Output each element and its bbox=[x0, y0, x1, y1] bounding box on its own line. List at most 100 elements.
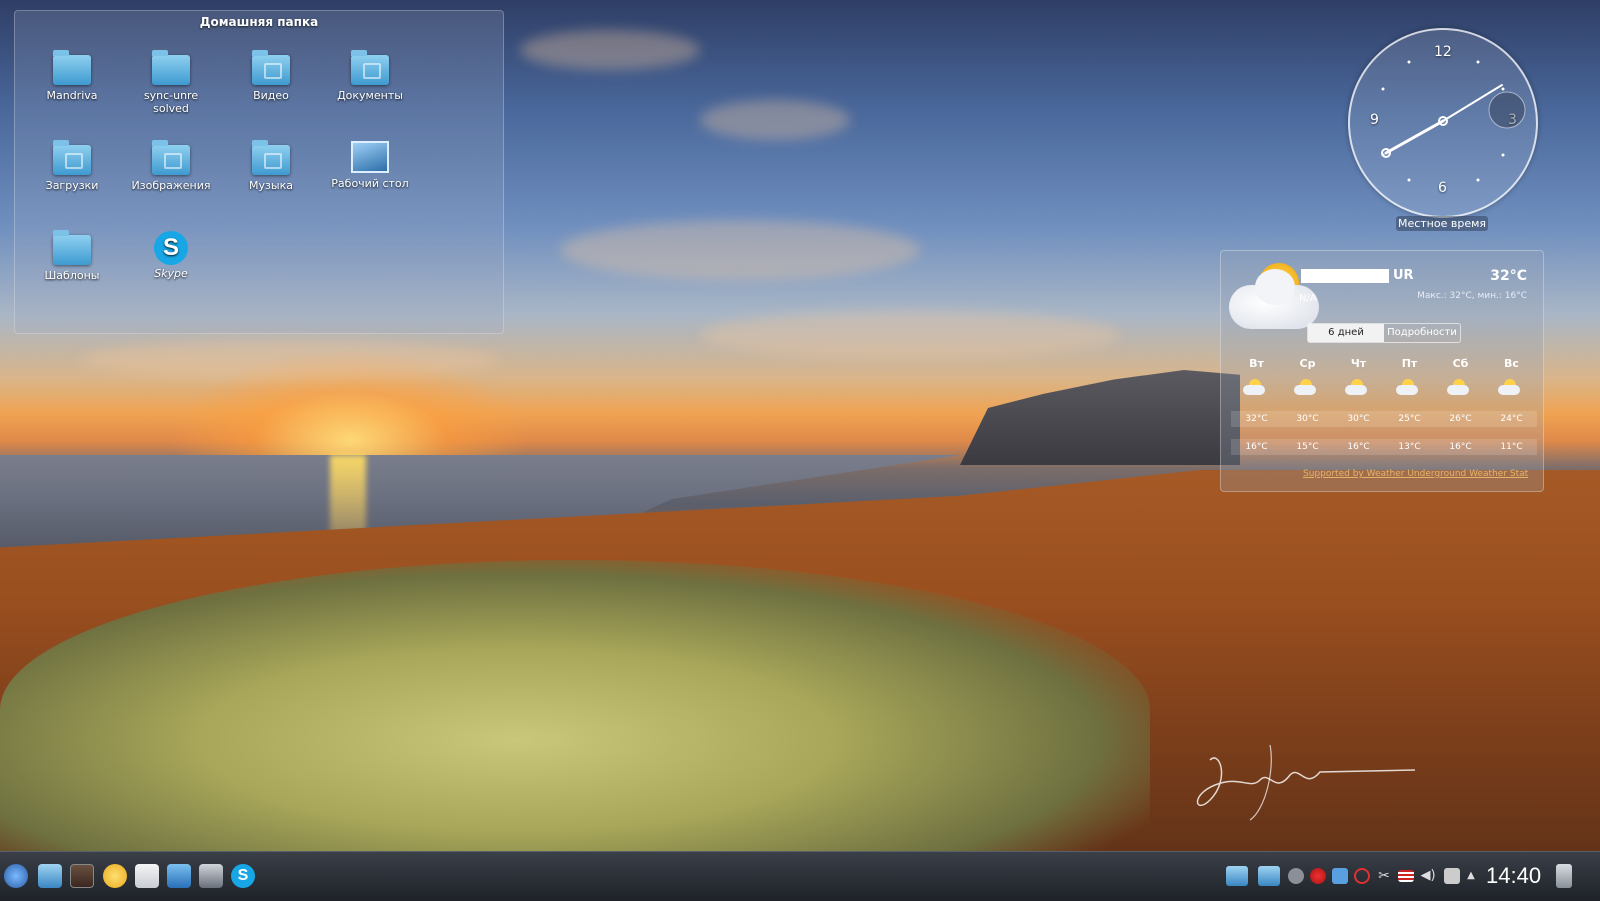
desktop-item-label: Шаблоны bbox=[44, 269, 100, 282]
folder-icon bbox=[152, 50, 190, 85]
wallpaper-shrub bbox=[0, 560, 1150, 860]
clock-hands bbox=[1381, 60, 1526, 182]
desktop-item-label: Документы bbox=[337, 89, 403, 102]
weather-widget[interactable]: N/A UR 32°C Макс.: 32°C, мин.: 16°C 6 дн… bbox=[1220, 250, 1544, 492]
volume-icon[interactable]: ◀) bbox=[1420, 868, 1436, 884]
weather-day: Чт bbox=[1350, 357, 1367, 370]
partly-cloudy-icon bbox=[1333, 377, 1384, 399]
desktop-item-label: Skype bbox=[154, 267, 188, 280]
desktop-item-documents[interactable]: Документы bbox=[328, 50, 412, 102]
desktop-item-video[interactable]: Видео bbox=[229, 50, 313, 102]
weather-days-row: Вт Ср Чт Пт Сб Вс bbox=[1231, 357, 1537, 370]
weather-high: 30°C bbox=[1296, 414, 1319, 424]
folder-templates-icon bbox=[53, 230, 91, 265]
folder-documents-icon bbox=[351, 50, 389, 85]
weather-source-link[interactable]: Supported by Weather Underground Weather… bbox=[1303, 469, 1528, 479]
weather-day: Пт bbox=[1401, 357, 1418, 370]
partly-cloudy-icon bbox=[1282, 377, 1333, 399]
desktop-item-mandriva[interactable]: Mandriva bbox=[30, 50, 114, 102]
network-icon[interactable] bbox=[1310, 868, 1326, 884]
weather-current-temperature: 32°C bbox=[1490, 268, 1527, 284]
notification-icon[interactable] bbox=[1444, 868, 1460, 884]
scissors-icon[interactable]: ✂ bbox=[1376, 868, 1392, 884]
weather-low: 16°C bbox=[1245, 442, 1268, 452]
info-icon[interactable] bbox=[1288, 868, 1304, 884]
partly-cloudy-icon bbox=[1231, 377, 1282, 399]
desktop-item-music[interactable]: Музыка bbox=[229, 140, 313, 192]
desktop-item-sync-unresolved[interactable]: sync-unresolved bbox=[129, 50, 213, 115]
folder-music-icon bbox=[252, 140, 290, 175]
taskbar: S ✂ ◀) ▲ 14:40 bbox=[0, 851, 1600, 901]
desktop-item-label: sync-unresolved bbox=[143, 89, 199, 115]
weather-low: 11°C bbox=[1500, 442, 1523, 452]
weather-location-redacted bbox=[1301, 269, 1389, 283]
trash-icon[interactable] bbox=[1556, 864, 1572, 888]
us-flag-icon[interactable] bbox=[1398, 870, 1414, 882]
weather-tabs: 6 дней Подробности bbox=[1307, 323, 1461, 343]
desktop-item-label: Рабочий стол bbox=[331, 177, 409, 190]
weather-day: Вс bbox=[1504, 357, 1519, 370]
desktop-item-label: Mandriva bbox=[46, 89, 98, 102]
tab-6-days[interactable]: 6 дней bbox=[1308, 324, 1384, 342]
weather-low: 16°C bbox=[1449, 442, 1472, 452]
clipboard-icon[interactable] bbox=[1354, 868, 1370, 884]
signature-watermark bbox=[1196, 744, 1416, 821]
kickoff-menu-icon[interactable] bbox=[4, 864, 28, 888]
desktop-item-label: Видео bbox=[253, 89, 289, 102]
folder-video-icon bbox=[252, 50, 290, 85]
weather-day: Вт bbox=[1249, 357, 1264, 370]
media-player-icon[interactable] bbox=[167, 864, 191, 888]
folder-view-title: Домашняя папка bbox=[199, 15, 319, 29]
weather-high: 32°C bbox=[1245, 414, 1268, 424]
folder-view-widget[interactable]: Домашняя папка Mandriva sync-unresolved … bbox=[14, 10, 504, 334]
weather-low: 13°C bbox=[1398, 442, 1421, 452]
weather-min-max: Макс.: 32°C, мин.: 16°C bbox=[1417, 291, 1527, 301]
mail-icon[interactable] bbox=[135, 864, 159, 888]
skype-icon: S bbox=[154, 231, 188, 265]
weather-icons-row bbox=[1231, 377, 1537, 399]
desktop-item-desktop[interactable]: Рабочий стол bbox=[328, 141, 412, 190]
wallpaper-cloud bbox=[700, 310, 1120, 360]
partly-cloudy-icon bbox=[1384, 377, 1435, 399]
desktop-item-pictures[interactable]: Изображения bbox=[129, 140, 213, 192]
weather-low: 16°C bbox=[1347, 442, 1370, 452]
terminal-icon[interactable] bbox=[70, 864, 94, 888]
wallpaper-cloud bbox=[80, 340, 500, 380]
weather-high: 30°C bbox=[1347, 414, 1370, 424]
tab-details[interactable]: Подробности bbox=[1384, 324, 1460, 342]
weather-location: UR bbox=[1393, 268, 1414, 283]
expand-arrow-icon[interactable]: ▲ bbox=[1466, 868, 1476, 884]
folder-downloads-icon bbox=[53, 140, 91, 175]
updates-icon[interactable] bbox=[1332, 868, 1348, 884]
screenshot-icon[interactable] bbox=[199, 864, 223, 888]
desktop-icon bbox=[351, 141, 389, 173]
wallpaper-cloud bbox=[560, 220, 920, 280]
weather-day: Сб bbox=[1452, 357, 1469, 370]
skype-icon[interactable]: S bbox=[231, 864, 255, 888]
weather-high: 25°C bbox=[1398, 414, 1421, 424]
weather-high: 24°C bbox=[1500, 414, 1523, 424]
partly-cloudy-icon bbox=[1486, 377, 1537, 399]
weather-low: 15°C bbox=[1296, 442, 1319, 452]
weather-highs-row: 32°C 30°C 30°C 25°C 26°C 24°C bbox=[1231, 411, 1537, 427]
cloud-icon bbox=[1229, 269, 1319, 329]
weather-lows-row: 16°C 15°C 16°C 13°C 16°C 11°C bbox=[1231, 439, 1537, 455]
clock-timezone-label: Местное время bbox=[1396, 216, 1488, 231]
folder-pictures-icon bbox=[152, 140, 190, 175]
wallpaper-cloud bbox=[520, 30, 700, 70]
desktop-item-downloads[interactable]: Загрузки bbox=[30, 140, 114, 192]
wallpaper-cloud bbox=[700, 100, 850, 140]
desktop-item-skype[interactable]: S Skype bbox=[129, 231, 213, 280]
wallpaper-rocks bbox=[960, 370, 1240, 465]
desktop-item-label: Музыка bbox=[249, 179, 293, 192]
file-manager-icon[interactable] bbox=[38, 864, 62, 888]
partly-cloudy-icon bbox=[1435, 377, 1486, 399]
desktop-item-templates[interactable]: Шаблоны bbox=[30, 230, 114, 282]
folder-icon[interactable] bbox=[1226, 866, 1248, 886]
analog-clock-widget[interactable]: 12 3 6 9 bbox=[1348, 28, 1538, 218]
desktop-item-label: Загрузки bbox=[45, 179, 99, 192]
taskbar-clock[interactable]: 14:40 bbox=[1486, 863, 1541, 889]
folder-icon[interactable] bbox=[1258, 866, 1280, 886]
weather-condition: N/A bbox=[1299, 293, 1317, 304]
messenger-icon[interactable] bbox=[103, 864, 127, 888]
